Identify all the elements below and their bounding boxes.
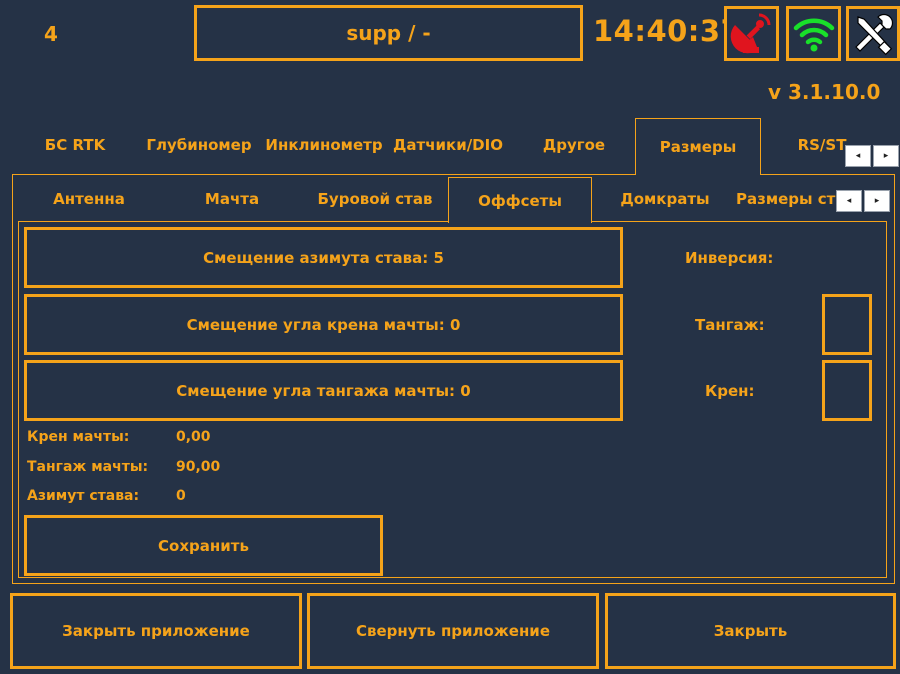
mast-roll-value: 0,00 (176, 429, 211, 445)
minimize-app-label: Свернуть приложение (355, 622, 550, 640)
mast-roll-offset-button[interactable]: Смещение угла крена мачты: 0 (24, 294, 623, 355)
tab-depth-gauge[interactable]: Глубиномер (140, 120, 258, 170)
close-app-button[interactable]: Закрыть приложение (10, 593, 302, 669)
azimuth-offset-label: Смещение азимута става: 5 (203, 248, 444, 267)
tab-inclinometer[interactable]: Инклинометр (263, 120, 385, 170)
scroll-left-button[interactable]: ◂ (845, 145, 871, 167)
rod-azimuth-value: 0 (176, 488, 186, 504)
mast-pitch-value: 90,00 (176, 459, 221, 475)
wifi-status-button[interactable] (786, 6, 841, 61)
tab-other[interactable]: Другое (515, 120, 633, 170)
close-button[interactable]: Закрыть (605, 593, 896, 669)
close-app-label: Закрыть приложение (62, 622, 250, 640)
inner-tab-scroller: ◂ ▸ (836, 190, 890, 212)
tab-sizes[interactable]: Размеры (635, 118, 761, 175)
inversion-label: Инверсия: (685, 249, 774, 267)
tab-bs-rtk[interactable]: БС RTK (25, 120, 125, 170)
tab-mast[interactable]: Мачта (180, 178, 284, 220)
mast-pitch-offset-button[interactable]: Смещение угла тангажа мачты: 0 (24, 360, 623, 421)
mast-roll-label: Крен мачты: (27, 429, 130, 445)
tab-antenna[interactable]: Антенна (30, 178, 148, 220)
mast-pitch-label: Тангаж мачты: (27, 459, 149, 475)
tab-offsets[interactable]: Оффсеты (448, 177, 592, 223)
settings-tools-button[interactable] (846, 6, 900, 61)
satellite-dish-icon (730, 13, 770, 53)
mast-roll-offset-label: Смещение угла крена мачты: 0 (186, 315, 461, 334)
scroll-left-button[interactable]: ◂ (836, 190, 862, 212)
mast-pitch-offset-label: Смещение угла тангажа мачты: 0 (176, 381, 471, 400)
screen-number: 4 (44, 22, 58, 46)
pitch-inversion-label: Тангаж: (695, 316, 765, 334)
tab-sizes-st[interactable]: Размеры ст (736, 178, 836, 220)
save-button[interactable]: Сохранить (24, 515, 383, 576)
tab-drill-rod[interactable]: Буровой став (305, 178, 445, 220)
minimize-app-button[interactable]: Свернуть приложение (307, 593, 599, 669)
outer-tab-scroller: ◂ ▸ (845, 145, 899, 167)
azimuth-offset-button[interactable]: Смещение азимута става: 5 (24, 227, 623, 288)
save-button-label: Сохранить (158, 536, 249, 555)
tab-sensors-dio[interactable]: Датчики/DIO (390, 120, 506, 170)
title-box: supp / - (194, 5, 583, 61)
satellite-status-button[interactable] (724, 6, 779, 61)
tools-icon (855, 13, 894, 55)
clock: 14:40:37 (593, 14, 742, 48)
close-label: Закрыть (713, 622, 788, 640)
rod-azimuth-label: Азимут става: (27, 488, 140, 504)
wifi-icon (793, 18, 834, 51)
version-label: v 3.1.10.0 (768, 80, 881, 104)
pitch-inversion-checkbox[interactable] (822, 294, 872, 355)
roll-inversion-checkbox[interactable] (822, 360, 872, 421)
tab-jacks[interactable]: Домкраты (605, 178, 725, 220)
scroll-right-button[interactable]: ▸ (873, 145, 899, 167)
roll-inversion-label: Крен: (705, 382, 755, 400)
title-text: supp / - (346, 21, 431, 45)
scroll-right-button[interactable]: ▸ (864, 190, 890, 212)
